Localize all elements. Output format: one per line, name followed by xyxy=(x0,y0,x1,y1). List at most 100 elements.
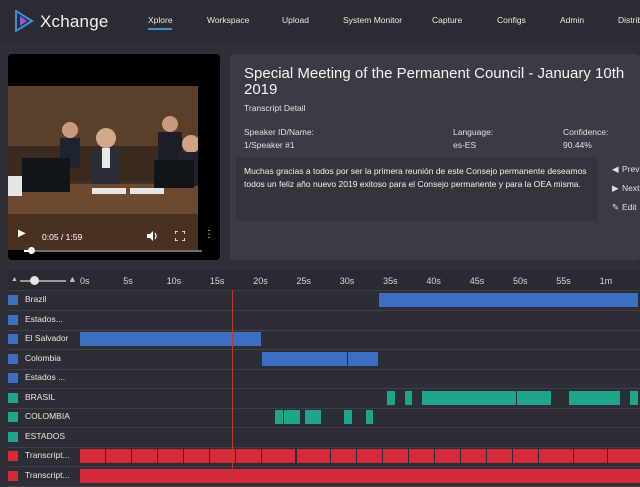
language-label: Language: xyxy=(453,127,494,137)
timeline-segment[interactable] xyxy=(261,449,296,463)
row-label: Brazil xyxy=(25,294,47,304)
volume-icon[interactable] xyxy=(147,231,158,241)
zoom-slider-handle[interactable] xyxy=(30,276,39,285)
nav-system-monitor[interactable]: System Monitor xyxy=(343,15,402,25)
timeline-segment[interactable] xyxy=(348,351,378,366)
top-nav: Xchange Xplore Workspace Upload System M… xyxy=(0,0,640,42)
row-color-swatch xyxy=(8,451,18,461)
timeline-segment[interactable] xyxy=(80,449,105,463)
speaker-label: Speaker ID/Name: xyxy=(244,127,314,137)
timeline-segment[interactable] xyxy=(409,449,435,463)
transcript-details-panel: Special Meeting of the Permanent Council… xyxy=(230,54,640,260)
timeline-segment[interactable] xyxy=(157,449,183,463)
timeline-segment[interactable] xyxy=(331,449,357,463)
video-controls: ▶ 0:05 / 1:59 ⋮ xyxy=(8,222,220,260)
timeline-segment[interactable] xyxy=(378,293,638,307)
row-color-swatch xyxy=(8,295,18,305)
timeline-row[interactable]: Colombia xyxy=(8,350,640,370)
timeline-segment[interactable] xyxy=(538,449,573,463)
timeline-segment[interactable] xyxy=(513,449,538,463)
timeline-segment[interactable] xyxy=(387,390,396,405)
timeline-row[interactable]: COLOMBIA xyxy=(8,408,640,428)
row-color-swatch xyxy=(8,412,18,422)
timeline-segment[interactable] xyxy=(183,449,209,463)
timeline-segment[interactable] xyxy=(461,449,486,463)
timeline-segment[interactable] xyxy=(569,390,621,405)
nav-capture[interactable]: Capture xyxy=(432,15,462,25)
nav-workspace[interactable]: Workspace xyxy=(207,15,249,25)
video-progress-bar[interactable] xyxy=(24,247,202,254)
timeline-segment[interactable] xyxy=(357,449,383,463)
timeline-tick-1m: 1m xyxy=(599,276,613,286)
timeline-row[interactable]: El Salvador xyxy=(8,330,640,350)
timeline-row[interactable]: Estados ... xyxy=(8,369,640,389)
timeline-segment[interactable] xyxy=(235,449,261,463)
timeline-segment[interactable] xyxy=(80,332,261,346)
timeline-row[interactable]: Transcript... xyxy=(8,467,640,487)
timeline-tick-50s: 50s xyxy=(513,276,528,286)
more-options-icon[interactable]: ⋮ xyxy=(204,229,214,240)
nav-distrib[interactable]: Distrib xyxy=(618,15,640,25)
row-color-swatch xyxy=(8,470,18,481)
timeline-segment[interactable] xyxy=(383,449,409,463)
timeline-segment[interactable] xyxy=(573,449,608,463)
timeline-segment[interactable] xyxy=(261,351,348,366)
zoom-out-icon[interactable]: ▲ xyxy=(11,276,18,283)
timeline-segment[interactable] xyxy=(305,410,322,424)
timeline-segment[interactable] xyxy=(608,449,640,463)
row-color-swatch xyxy=(8,373,18,383)
timeline-tick-20s: 20s xyxy=(253,276,268,286)
prev-button[interactable]: ◀ Prev xyxy=(612,164,639,175)
timeline-row[interactable]: BRASIL xyxy=(8,389,640,409)
row-label: COLOMBIA xyxy=(25,411,70,421)
play-icon[interactable]: ▶ xyxy=(18,228,26,239)
timeline-segment[interactable] xyxy=(435,449,461,463)
timeline-tick-40s: 40s xyxy=(426,276,441,286)
row-label: BRASIL xyxy=(25,391,56,402)
timeline-row[interactable]: Transcript... xyxy=(8,447,640,467)
row-label: Transcript... xyxy=(25,469,70,480)
next-button[interactable]: ▶ Next xyxy=(612,183,639,194)
timeline-ruler: ▲ ▲ 0s 5s 10s 15s 20s 25s 30s 35s 40s 45s 50s 55s 1m xyxy=(8,270,640,291)
nav-admin[interactable]: Admin xyxy=(560,15,584,25)
timeline-segment[interactable] xyxy=(365,410,374,424)
timeline-segment[interactable] xyxy=(105,449,131,463)
video-time: 0:05 / 1:59 xyxy=(42,232,83,242)
timeline-segment[interactable] xyxy=(487,449,512,463)
row-label: ESTADOS xyxy=(25,430,65,441)
timeline-tick-25s: 25s xyxy=(296,276,312,286)
timeline-tick-30s: 30s xyxy=(339,276,355,286)
timeline-segment[interactable] xyxy=(274,410,283,424)
timeline-segment[interactable] xyxy=(80,468,640,483)
timeline-segment[interactable] xyxy=(283,410,300,424)
timeline-tick-5s: 5s xyxy=(123,276,133,286)
timeline-tick-55s: 55s xyxy=(556,276,571,286)
zoom-in-icon[interactable]: ▲ xyxy=(68,274,77,284)
timeline-row[interactable]: Brazil xyxy=(8,291,640,311)
video-player[interactable]: ▶ 0:05 / 1:59 ⋮ xyxy=(8,54,220,260)
language-value: es-ES xyxy=(453,140,477,150)
section-subtitle: Transcript Detail xyxy=(244,103,306,113)
timeline-segment[interactable] xyxy=(344,410,352,424)
nav-upload[interactable]: Upload xyxy=(282,15,309,25)
timeline-segment[interactable] xyxy=(296,449,331,463)
edit-button[interactable]: ✎ Edit xyxy=(612,202,637,213)
row-label: Colombia xyxy=(25,352,61,363)
transcript-box: Muchas gracias a todos por ser la primer… xyxy=(236,157,598,221)
nav-xplore[interactable]: Xplore xyxy=(148,15,173,25)
timeline-segment[interactable] xyxy=(131,449,157,463)
fullscreen-icon[interactable] xyxy=(175,231,185,241)
timeline-row[interactable]: Estados... xyxy=(8,311,640,331)
timeline-tick-35s: 35s xyxy=(383,276,398,286)
timeline-playhead[interactable] xyxy=(231,290,233,480)
nav-configs[interactable]: Configs xyxy=(497,15,526,25)
timeline-segment[interactable] xyxy=(422,390,517,405)
timeline-row[interactable]: ESTADOS xyxy=(8,428,640,448)
timeline-segment[interactable] xyxy=(404,390,413,405)
zoom-slider[interactable] xyxy=(20,280,66,282)
timeline-tick-0s: 0s xyxy=(80,276,90,286)
row-label: El Salvador xyxy=(25,333,69,343)
timeline-segment[interactable] xyxy=(629,390,638,405)
video-progress-handle[interactable] xyxy=(28,247,36,254)
timeline-segment[interactable] xyxy=(517,390,551,405)
